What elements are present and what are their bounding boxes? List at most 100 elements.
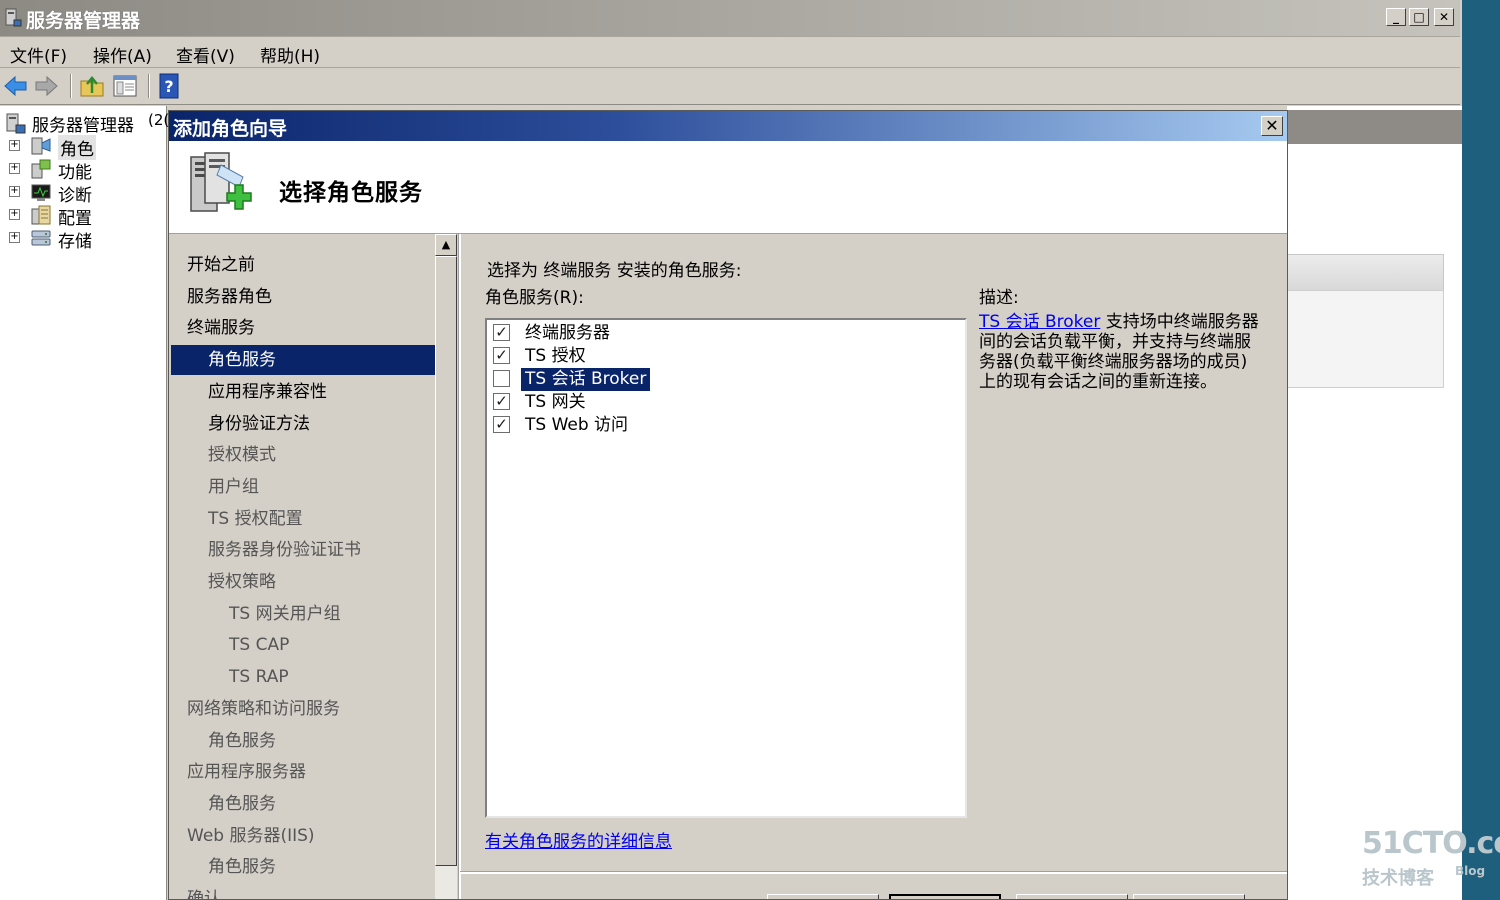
expand-icon[interactable]: + [9, 140, 20, 151]
menu-bar: 文件(F) 操作(A) 查看(V) 帮助(H) [0, 37, 1460, 68]
tree-item-roles[interactable]: + 角色 [0, 135, 166, 160]
tree-label: 诊断 [58, 186, 92, 206]
description-text: TS 会话 Broker 支持场中终端服务器间的会话负载平衡，并支持与终端服务器… [979, 312, 1264, 392]
up-folder-icon[interactable] [79, 73, 105, 99]
dialog-title-bar[interactable]: 添加角色向导 ✕ [169, 111, 1287, 141]
back-arrow-icon[interactable] [3, 73, 29, 99]
wizard-nav-item[interactable]: 终端服务 [171, 313, 435, 343]
tree-label: 功能 [58, 163, 92, 183]
tree-item-diagnostics[interactable]: + 诊断 [0, 181, 166, 206]
role-service-label: TS 授权 [525, 346, 586, 366]
more-info-link[interactable]: 有关角色服务的详细信息 [485, 827, 672, 852]
tree-label: 配置 [58, 209, 92, 229]
wizard-nav-item[interactable]: 角色服务 [171, 852, 435, 882]
wizard-nav-item[interactable]: 开始之前 [171, 250, 435, 280]
checkbox-ts-web-access[interactable]: ✓ [493, 416, 510, 433]
forward-arrow-icon[interactable] [33, 73, 59, 99]
role-service-ts-licensing[interactable]: ✓ TS 授权 [493, 345, 953, 368]
menu-action[interactable]: 操作(A) [93, 42, 152, 67]
expand-icon[interactable]: + [9, 209, 20, 220]
show-hide-console-tree-icon[interactable] [112, 73, 138, 99]
add-roles-wizard-dialog: 添加角色向导 ✕ 选择角色服务 开始之前 服务器角色 终端服务 角色服务 应用程序兼容性… [168, 110, 1288, 900]
maximize-button[interactable]: □ [1409, 8, 1429, 26]
scroll-up-button[interactable]: ▲ [435, 234, 457, 256]
window-title: 服务器管理器 [26, 10, 141, 32]
expand-icon[interactable]: + [9, 186, 20, 197]
install-button[interactable] [1016, 894, 1128, 899]
role-service-terminal-server[interactable]: ✓ 终端服务器 [493, 322, 953, 345]
role-service-label: TS 网关 [525, 392, 586, 412]
role-service-ts-web-access[interactable]: ✓ TS Web 访问 [493, 414, 953, 437]
checkbox-ts-session-broker[interactable] [493, 370, 510, 387]
previous-button[interactable] [767, 894, 879, 899]
menu-help[interactable]: 帮助(H) [260, 42, 320, 67]
wizard-nav-item[interactable]: TS CAP [171, 630, 435, 660]
toolbar: ? [0, 68, 1460, 105]
role-services-list[interactable]: ✓ 终端服务器 ✓ TS 授权 TS 会话 Broker ✓ TS 网关 ✓ T… [485, 318, 967, 818]
wizard-nav-item[interactable]: TS RAP [171, 662, 435, 692]
title-bar[interactable]: 服务器管理器 _ □ ✕ [0, 0, 1460, 37]
wizard-nav-item[interactable]: 授权策略 [171, 567, 435, 597]
role-service-ts-session-broker[interactable]: TS 会话 Broker [493, 368, 953, 391]
checkbox-terminal-server[interactable]: ✓ [493, 324, 510, 341]
tree-item-configuration[interactable]: + 配置 [0, 204, 166, 229]
watermark-blog: Blog [1455, 864, 1486, 878]
server-manager-icon [5, 8, 22, 27]
role-service-ts-gateway[interactable]: ✓ TS 网关 [493, 391, 953, 414]
tree-item-storage[interactable]: + 存储 [0, 227, 166, 252]
details-section-box [1287, 290, 1444, 388]
wizard-nav-item[interactable]: 服务器角色 [171, 282, 435, 312]
wizard-nav-item[interactable]: 网络策略和访问服务 [171, 694, 435, 724]
description-label: 描述: [979, 288, 1019, 308]
tree-label: 存储 [58, 232, 92, 252]
menu-file[interactable]: 文件(F) [10, 42, 67, 67]
wizard-nav-item[interactable]: 身份验证方法 [171, 409, 435, 439]
minimize-button[interactable]: _ [1386, 8, 1406, 26]
details-pane [1287, 106, 1462, 900]
tree-item-features[interactable]: + 功能 [0, 158, 166, 183]
watermark-subtitle: 技术博客 [1362, 868, 1434, 889]
svg-text:?: ? [164, 77, 173, 96]
role-services-label: 角色服务(R): [485, 288, 584, 308]
details-header [1287, 110, 1462, 144]
wizard-nav-item[interactable]: 角色服务 [171, 726, 435, 756]
add-role-services-icon [190, 152, 252, 212]
pane-divider [458, 234, 461, 899]
wizard-nav-item[interactable]: 角色服务 [171, 345, 435, 375]
server-manager-icon [6, 113, 26, 134]
description-link[interactable]: TS 会话 Broker [979, 312, 1100, 332]
role-service-label: 终端服务器 [525, 323, 610, 343]
wizard-nav-item[interactable]: 确认 [171, 884, 435, 899]
wizard-nav-item[interactable]: 角色服务 [171, 789, 435, 819]
wizard-nav-item[interactable]: 应用程序服务器 [171, 757, 435, 787]
wizard-nav-item[interactable]: 用户组 [171, 472, 435, 502]
wizard-nav-item[interactable]: TS 授权配置 [171, 504, 435, 534]
scroll-thumb[interactable] [435, 256, 457, 866]
details-section-band [1287, 254, 1444, 292]
dialog-close-button[interactable]: ✕ [1261, 116, 1283, 136]
wizard-nav: 开始之前 服务器角色 终端服务 角色服务 应用程序兼容性 身份验证方法 授权模式 用户组 TS … [171, 234, 435, 899]
instruction-text: 选择为 终端服务 安装的角色服务: [487, 261, 742, 281]
wizard-nav-item[interactable]: Web 服务器(IIS) [171, 821, 435, 851]
cancel-button[interactable] [1133, 894, 1245, 899]
menu-view[interactable]: 查看(V) [176, 42, 235, 67]
dialog-title: 添加角色向导 [173, 118, 288, 140]
expand-icon[interactable]: + [9, 163, 20, 174]
wizard-nav-item[interactable]: 服务器身份验证证书 [171, 535, 435, 565]
roles-icon [31, 137, 51, 155]
next-button[interactable] [889, 894, 1001, 899]
expand-icon[interactable]: + [9, 232, 20, 243]
wizard-nav-item[interactable]: TS 网关用户组 [171, 599, 435, 629]
checkbox-ts-licensing[interactable]: ✓ [493, 347, 510, 364]
tree-root-suffix: (2( [148, 111, 170, 129]
checkbox-ts-gateway[interactable]: ✓ [493, 393, 510, 410]
tree-root-label: 服务器管理器 [32, 116, 134, 136]
diagnostics-icon [31, 184, 51, 201]
tree-root[interactable]: 服务器管理器 (2( [0, 111, 170, 136]
close-button[interactable]: ✕ [1434, 8, 1454, 26]
button-bar-separator [460, 871, 1287, 874]
wizard-nav-item[interactable]: 应用程序兼容性 [171, 377, 435, 407]
nav-scrollbar[interactable]: ▲ [435, 234, 457, 899]
help-icon[interactable]: ? [157, 73, 183, 99]
wizard-nav-item[interactable]: 授权模式 [171, 440, 435, 470]
